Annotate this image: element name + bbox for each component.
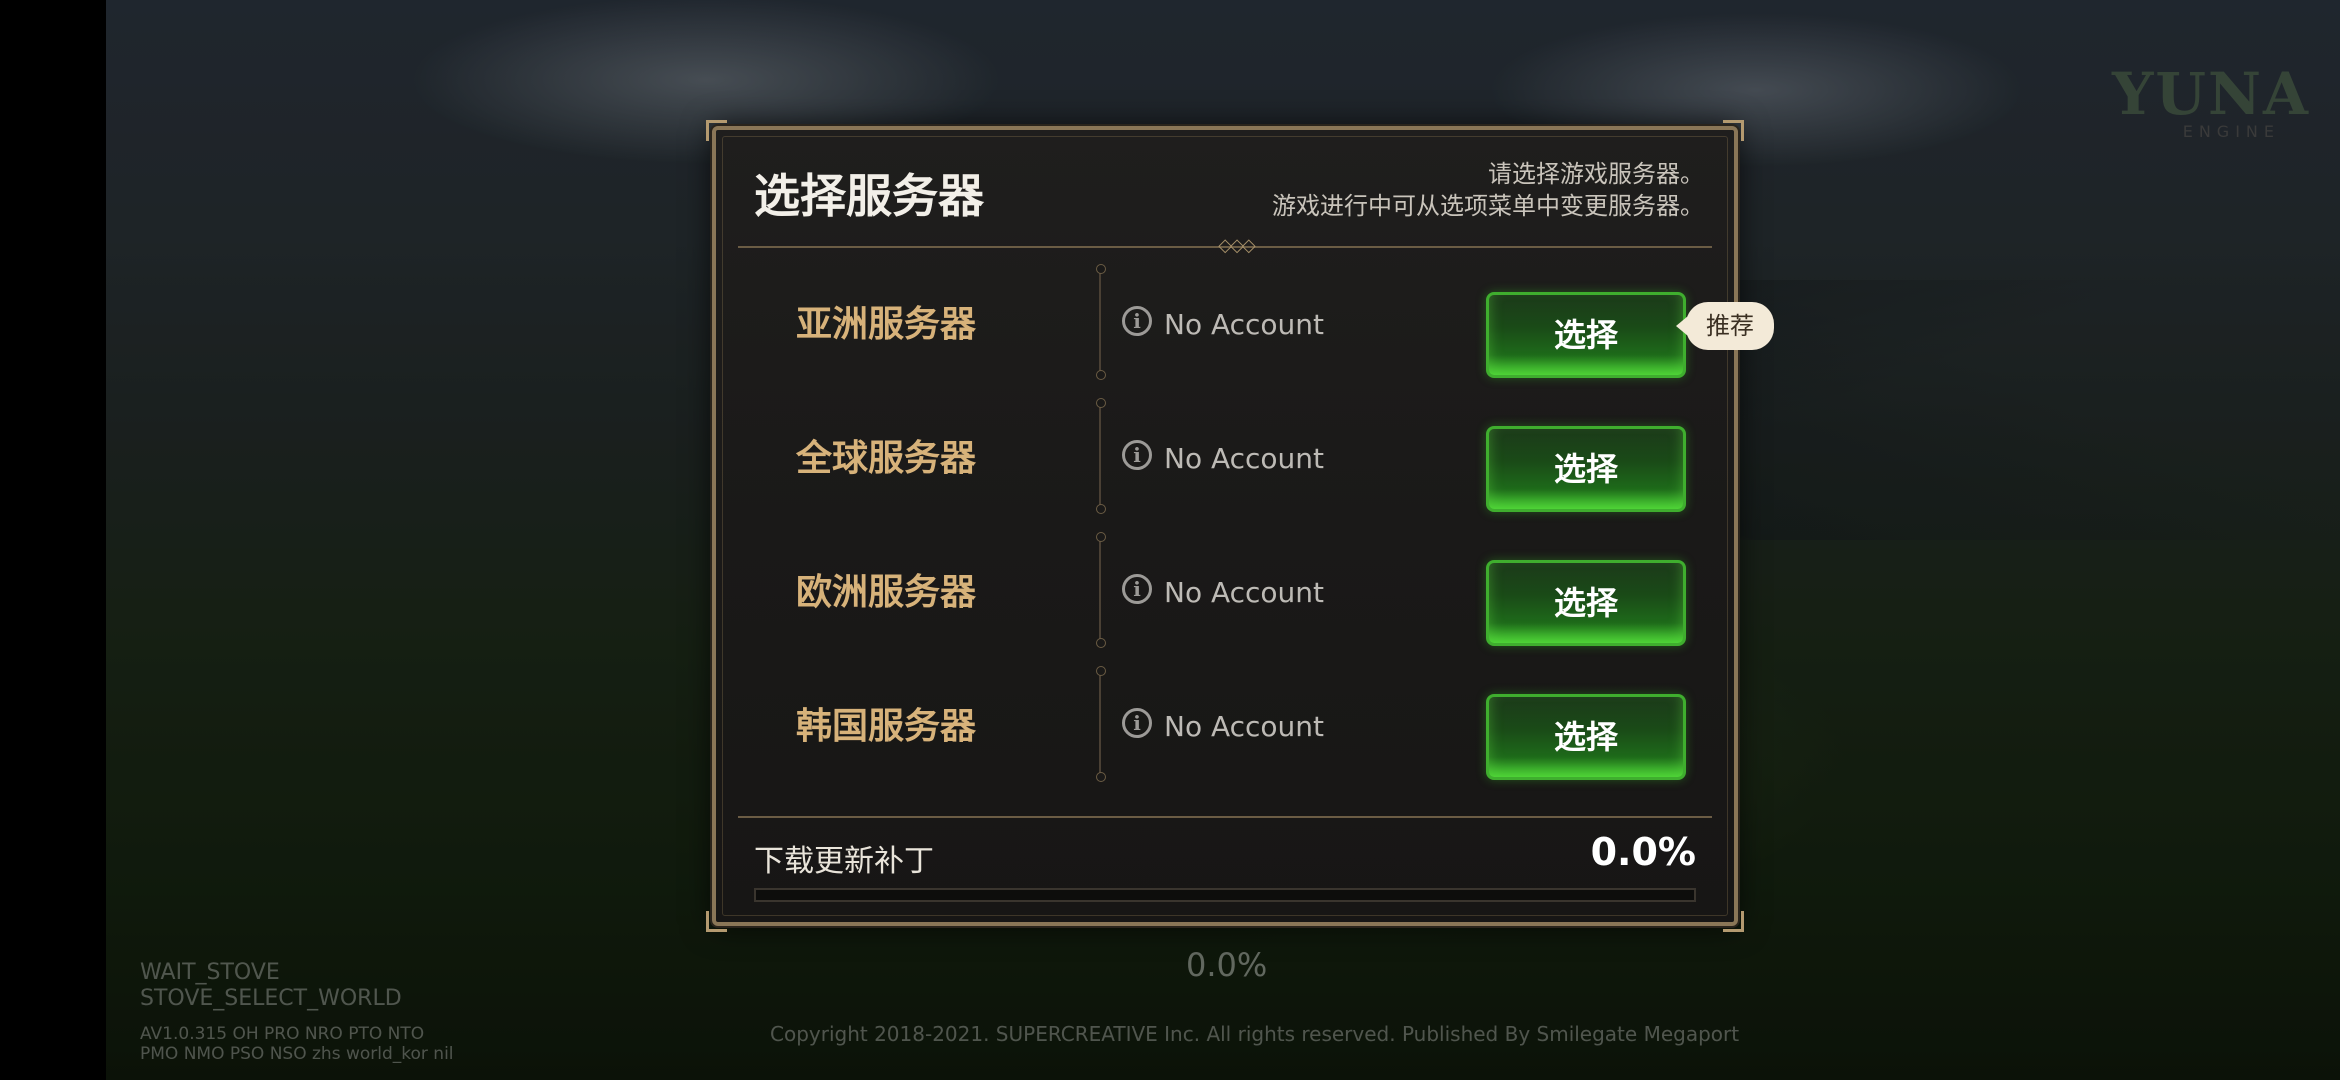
engine-logo: YUNA [2111, 60, 2310, 128]
select-button-europe[interactable]: 选择 [1486, 560, 1686, 646]
select-button-global[interactable]: 选择 [1486, 426, 1686, 512]
server-select-dialog: 选择服务器 请选择游戏服务器。 游戏进行中可从选项菜单中变更服务器。 ◇◇◇ 亚… [706, 120, 1744, 932]
dialog-hint: 请选择游戏服务器。 游戏进行中可从选项菜单中变更服务器。 [1272, 158, 1704, 222]
info-icon: i [1122, 574, 1152, 604]
select-button-korea[interactable]: 选择 [1486, 694, 1686, 780]
row-separator [1096, 666, 1106, 782]
server-name: 全球服务器 [796, 438, 977, 479]
debug-state-line: WAIT_STOVE [140, 960, 280, 985]
info-icon: i [1122, 708, 1152, 738]
recommended-tag: 推荐 [1676, 302, 1774, 350]
server-name: 欧洲服务器 [796, 572, 977, 613]
dialog-title: 选择服务器 [754, 169, 984, 223]
debug-version-line: PMO NMO PSO NSO zhs world_kor nil [140, 1044, 454, 1064]
frame-corner [1723, 911, 1744, 932]
download-percent: 0.0% [1590, 830, 1696, 874]
row-separator [1096, 264, 1106, 380]
server-row-asia: 亚洲服务器 i No Account 选择 [716, 258, 1734, 392]
account-status: No Account [1164, 576, 1325, 609]
account-status: No Account [1164, 308, 1325, 341]
frame-corner [1723, 120, 1744, 141]
download-progress-bar [754, 888, 1696, 902]
download-label: 下载更新补丁 [754, 844, 934, 879]
debug-version-line: AV1.0.315 OH PRO NRO PTO NTO [140, 1024, 425, 1044]
debug-state-line: STOVE_SELECT_WORLD [140, 986, 402, 1011]
row-separator [1096, 532, 1106, 648]
info-icon: i [1122, 306, 1152, 336]
background-loading-percent: 0.0% [1186, 946, 1268, 984]
frame-corner [706, 911, 727, 932]
account-status: No Account [1164, 442, 1325, 475]
footer-divider [738, 816, 1712, 818]
divider-ornament-icon: ◇◇◇ [1218, 235, 1256, 256]
account-status: No Account [1164, 710, 1325, 743]
engine-logo-subtitle: ENGINE [2182, 122, 2280, 141]
server-name: 亚洲服务器 [796, 304, 977, 345]
row-separator [1096, 398, 1106, 514]
server-name: 韩国服务器 [796, 706, 977, 747]
server-row-korea: 韩国服务器 i No Account 选择 [716, 660, 1734, 794]
hint-line: 游戏进行中可从选项菜单中变更服务器。 [1272, 192, 1704, 220]
server-row-global: 全球服务器 i No Account 选择 [716, 392, 1734, 526]
server-row-europe: 欧洲服务器 i No Account 选择 [716, 526, 1734, 660]
select-button-asia[interactable]: 选择 [1486, 292, 1686, 378]
copyright-text: Copyright 2018-2021. SUPERCREATIVE Inc. … [770, 1022, 1740, 1046]
frame-corner [706, 120, 727, 141]
hint-line: 请选择游戏服务器。 [1488, 160, 1704, 188]
info-icon: i [1122, 440, 1152, 470]
